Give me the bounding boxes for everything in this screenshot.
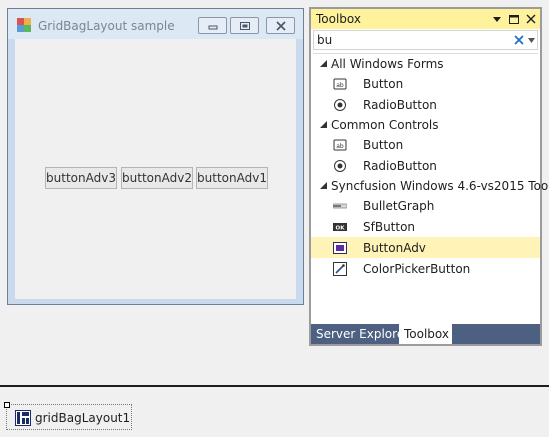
category-common-controls[interactable]: Common Controls <box>311 114 540 135</box>
item-label: Button <box>363 77 404 91</box>
maximize-button[interactable] <box>230 17 259 34</box>
item-label: BulletGraph <box>363 199 435 213</box>
close-button[interactable] <box>266 17 295 34</box>
form-titlebar[interactable]: GridBagLayout sample <box>8 9 303 39</box>
tab-toolbox[interactable]: Toolbox <box>399 324 452 344</box>
radio-button-icon <box>334 99 346 111</box>
toolbox-search-input[interactable] <box>317 32 502 48</box>
color-picker-icon <box>333 262 347 276</box>
chevron-down-icon[interactable] <box>528 38 535 43</box>
button-adv-2[interactable]: buttonAdv2 <box>121 167 193 189</box>
form-title: GridBagLayout sample <box>38 19 175 33</box>
collapse-arrow-icon <box>320 60 327 67</box>
category-syncfusion[interactable]: Syncfusion Windows 4.6-vs2015 Tool... <box>311 175 549 196</box>
designer-form-window[interactable]: GridBagLayout sample buttonAdv3 buttonAd… <box>7 8 304 305</box>
close-icon[interactable] <box>525 13 537 25</box>
form-client-area[interactable]: buttonAdv3 buttonAdv2 buttonAdv1 <box>15 39 296 299</box>
sf-button-icon: OK <box>333 223 347 232</box>
toolbox-search-box[interactable] <box>313 30 538 50</box>
minimize-icon <box>208 25 218 30</box>
collapse-arrow-icon <box>320 121 327 128</box>
button-adv-3[interactable]: buttonAdv3 <box>45 167 117 189</box>
button-adv-1[interactable]: buttonAdv1 <box>196 167 268 189</box>
toolbox-item-buttonadv[interactable]: ButtonAdv <box>311 237 540 258</box>
category-label: All Windows Forms <box>331 57 444 71</box>
toolbox-item-button[interactable]: ab Button <box>311 73 540 94</box>
toolbox-item-bulletgraph[interactable]: BulletGraph <box>311 195 540 216</box>
tray-component-gridbaglayout[interactable]: gridBagLayout1 <box>4 402 132 430</box>
svg-text:ab: ab <box>336 82 344 89</box>
close-icon <box>276 21 286 31</box>
item-label: RadioButton <box>363 159 437 173</box>
maximize-icon <box>240 22 250 30</box>
tray-component-label: gridBagLayout1 <box>35 411 131 425</box>
item-label: SfButton <box>363 220 416 234</box>
tab-server-explorer[interactable]: Server Explorer <box>311 324 409 344</box>
item-label: ButtonAdv <box>363 241 426 255</box>
toolbox-header[interactable]: Toolbox <box>311 9 540 29</box>
svg-text:OK: OK <box>336 226 346 232</box>
selection-grip[interactable] <box>4 402 10 408</box>
minimize-button[interactable] <box>198 17 227 34</box>
toolbox-title: Toolbox <box>316 12 361 26</box>
category-label: Common Controls <box>331 118 439 132</box>
component-tray[interactable]: gridBagLayout1 <box>0 387 549 437</box>
toolbox-item-button[interactable]: ab Button <box>311 134 540 155</box>
toolbox-item-sfbutton[interactable]: OK SfButton <box>311 216 540 237</box>
category-label: Syncfusion Windows 4.6-vs2015 Tool... <box>331 179 549 193</box>
button-adv-icon <box>333 242 347 254</box>
button-icon: ab <box>333 78 347 90</box>
clear-search-icon[interactable] <box>513 34 525 46</box>
item-label: ColorPickerButton <box>363 262 471 276</box>
float-window-icon[interactable] <box>508 13 520 25</box>
item-label: Button <box>363 138 404 152</box>
toolbox-item-radiobutton[interactable]: RadioButton <box>311 155 540 176</box>
bullet-graph-icon <box>333 203 347 209</box>
toolbox-panel[interactable]: Toolbox All Windows Forms ab Button Radi… <box>309 7 549 346</box>
category-all-windows-forms[interactable]: All Windows Forms <box>311 53 540 74</box>
collapse-arrow-icon <box>320 182 327 189</box>
svg-text:ab: ab <box>336 143 344 150</box>
form-app-icon <box>17 18 31 32</box>
radio-button-icon <box>334 160 346 172</box>
grid-bag-layout-icon <box>15 410 31 426</box>
toolbox-tab-strip: Server Explorer Toolbox <box>311 324 540 344</box>
item-label: RadioButton <box>363 98 437 112</box>
dropdown-arrow-icon[interactable] <box>491 13 503 25</box>
toolbox-item-colorpickerbutton[interactable]: ColorPickerButton <box>311 258 540 279</box>
button-icon: ab <box>333 139 347 151</box>
toolbox-item-radiobutton[interactable]: RadioButton <box>311 94 540 115</box>
